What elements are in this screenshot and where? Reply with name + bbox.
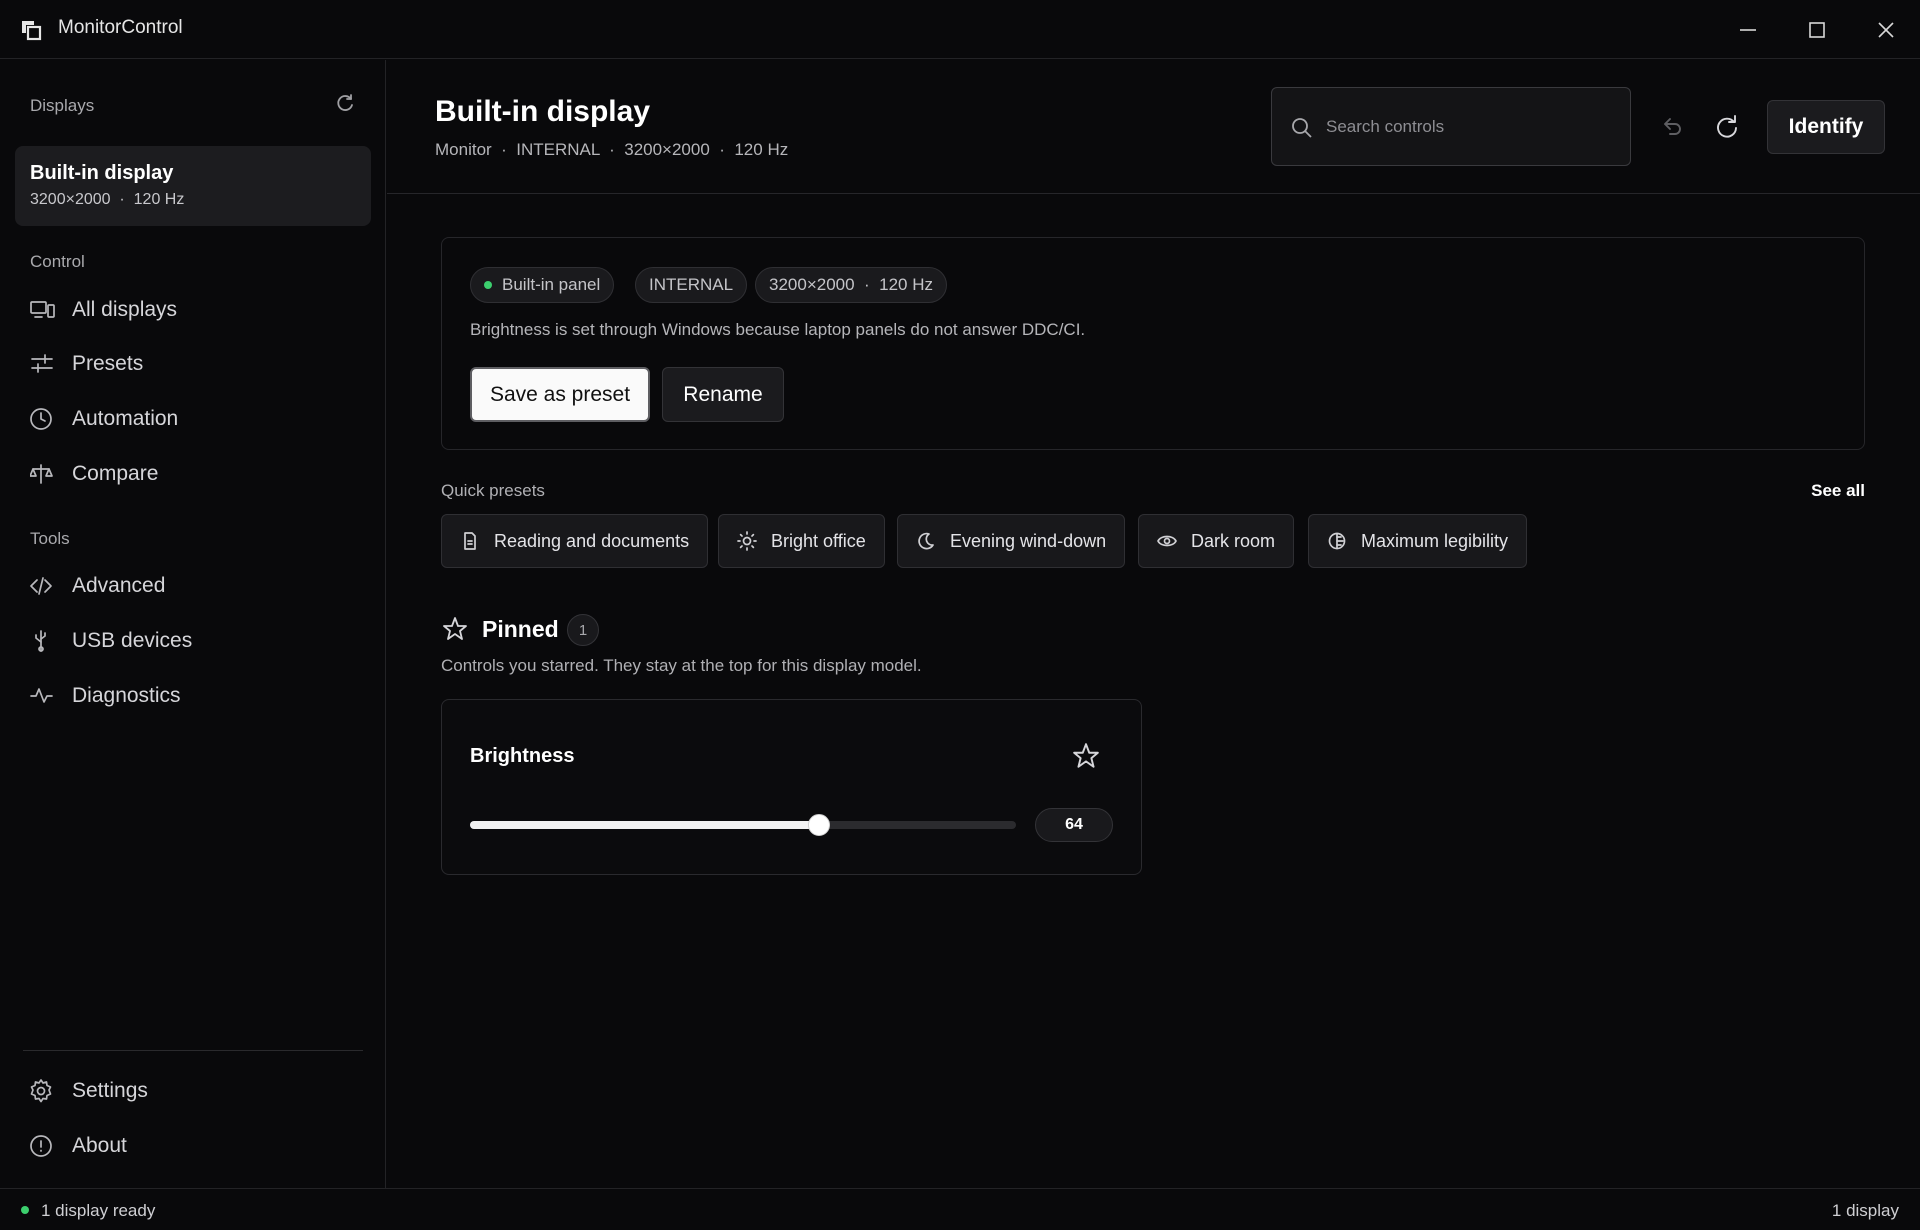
app-title: MonitorControl: [58, 17, 183, 38]
sidebar-item-all-displays[interactable]: All displays: [30, 290, 360, 330]
slider-thumb[interactable]: [808, 814, 831, 836]
sidebar-item-label: USB devices: [72, 629, 193, 652]
header-divider: [387, 193, 1920, 194]
page-meta: Monitor · INTERNAL · 3200×2000 · 120 Hz: [435, 140, 789, 159]
moon-icon: [916, 531, 936, 551]
control-title: Brightness: [470, 745, 575, 767]
close-icon[interactable]: [1866, 12, 1906, 48]
sidebar-item-automation[interactable]: Automation: [30, 399, 360, 439]
display-card-subtitle: 3200×2000 · 120 Hz: [30, 191, 185, 208]
star-icon: [442, 616, 468, 642]
maximize-icon[interactable]: [1797, 12, 1837, 48]
slider-fill: [470, 821, 820, 829]
sidebar-item-label: Compare: [72, 462, 159, 485]
status-dot: [484, 281, 492, 289]
connection-pill: INTERNAL: [635, 267, 748, 303]
sidebar-item-label: Presets: [72, 352, 144, 375]
scale-icon: [30, 461, 56, 487]
contrast-icon: [1327, 531, 1347, 551]
tools-heading: Tools: [30, 529, 70, 548]
save-as-preset-button[interactable]: Save as preset: [470, 367, 650, 422]
status-bar: 1 display ready 1 display: [0, 1188, 1920, 1230]
search-box: [1271, 87, 1631, 166]
sliders-icon: [30, 351, 56, 377]
sidebar-item-label: Settings: [72, 1079, 148, 1102]
status-text: 1 display ready: [41, 1201, 156, 1220]
ready-status-dot: [21, 1206, 29, 1214]
sidebar-item-presets[interactable]: Presets: [30, 344, 360, 384]
sidebar-item-label: Advanced: [72, 574, 166, 597]
resolution-pill: 3200×2000 · 120 Hz: [755, 267, 947, 303]
display-card-title: Built-in display: [30, 162, 174, 184]
status-pill: Built-in panel: [470, 267, 615, 303]
preset-label: Maximum legibility: [1361, 530, 1509, 551]
sun-icon: [737, 531, 757, 551]
sidebar: Displays Built-in display 3200×2000 · 12…: [0, 60, 386, 1188]
rename-button[interactable]: Rename: [662, 367, 784, 422]
unpin-star-icon[interactable]: [1072, 742, 1100, 770]
title-bar: MonitorControl: [0, 0, 1920, 59]
sidebar-item-usb-devices[interactable]: USB devices: [30, 621, 360, 661]
preset-dark-room[interactable]: Dark room: [1138, 514, 1295, 568]
quick-presets-title: Quick presets: [441, 481, 545, 500]
displays-heading: Displays: [30, 96, 95, 115]
preset-reading-and-documents[interactable]: Reading and documents: [441, 514, 709, 568]
pill-label: INTERNAL: [649, 275, 734, 294]
sidebar-item-label: Diagnostics: [72, 684, 181, 707]
refresh-icon[interactable]: [334, 93, 356, 115]
search-input[interactable]: [1326, 112, 1616, 142]
preset-maximum-legibility[interactable]: Maximum legibility: [1308, 514, 1528, 568]
sidebar-item-label: Automation: [72, 407, 179, 430]
preset-evening-wind-down[interactable]: Evening wind-down: [897, 514, 1126, 568]
code-icon: [30, 573, 56, 599]
monitors-icon: [30, 297, 56, 323]
control-heading: Control: [30, 252, 85, 271]
brightness-value: 64: [1035, 808, 1113, 842]
display-card-built-in[interactable]: Built-in display 3200×2000 · 120 Hz: [15, 146, 371, 226]
sidebar-item-advanced[interactable]: Advanced: [30, 566, 360, 606]
pulse-icon: [30, 683, 56, 709]
app-window: MonitorControl Displays Built-in display…: [0, 0, 1920, 1230]
preset-bright-office[interactable]: Bright office: [718, 514, 885, 568]
minimize-icon[interactable]: [1728, 12, 1768, 48]
pinned-title: Pinned: [482, 616, 559, 642]
eye-icon: [1157, 531, 1177, 551]
identify-button[interactable]: Identify: [1767, 100, 1885, 154]
reload-icon[interactable]: [1712, 112, 1742, 142]
preset-label: Reading and documents: [494, 530, 690, 551]
pill-label: 3200×2000 · 120 Hz: [769, 275, 933, 294]
sidebar-item-label: All displays: [72, 298, 178, 321]
page-title: Built-in display: [435, 95, 651, 128]
display-info-card: Built-in panel INTERNAL 3200×2000 · 120 …: [441, 237, 1865, 450]
app-logo-icon: [20, 19, 42, 41]
pinned-description: Controls you starred. They stay at the t…: [441, 656, 922, 675]
search-icon: [1290, 116, 1314, 140]
undo-icon[interactable]: [1657, 112, 1687, 142]
preset-label: Bright office: [771, 530, 866, 551]
gear-icon: [30, 1078, 56, 1104]
sidebar-item-label: About: [72, 1134, 127, 1157]
info-icon: [30, 1133, 56, 1159]
preset-label: Evening wind-down: [950, 530, 1107, 551]
preset-label: Dark room: [1191, 530, 1276, 551]
brightness-slider[interactable]: [470, 814, 1016, 836]
info-description: Brightness is set through Windows becaus…: [470, 320, 1086, 339]
sidebar-item-about[interactable]: About: [30, 1126, 360, 1166]
document-icon: [460, 531, 480, 551]
brightness-control-card: Brightness 64: [441, 699, 1142, 875]
sidebar-divider: [23, 1050, 363, 1051]
display-count: 1 display: [1831, 1201, 1899, 1220]
main-panel: Built-in display Monitor · INTERNAL · 32…: [387, 60, 1920, 1188]
sidebar-item-diagnostics[interactable]: Diagnostics: [30, 676, 360, 716]
sidebar-item-compare[interactable]: Compare: [30, 454, 360, 494]
see-all-link[interactable]: See all: [1811, 481, 1865, 501]
clock-icon: [30, 406, 56, 432]
usb-icon: [30, 628, 56, 654]
pinned-count-badge: 1: [567, 614, 599, 646]
pill-label: Built-in panel: [502, 275, 601, 294]
sidebar-item-settings[interactable]: Settings: [30, 1071, 360, 1111]
